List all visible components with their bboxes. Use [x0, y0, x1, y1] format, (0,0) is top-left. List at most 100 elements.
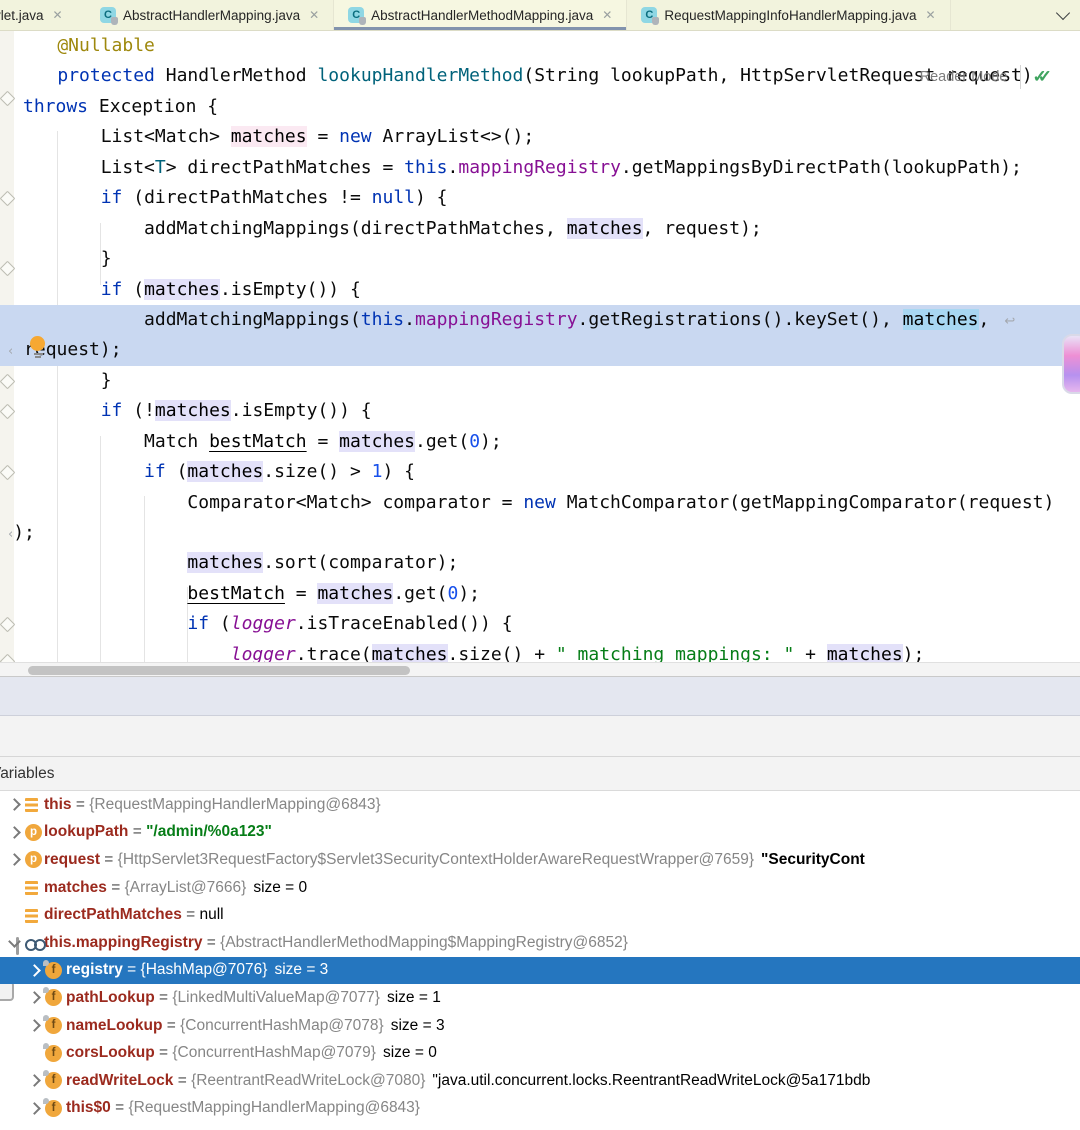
code-token: List<	[14, 157, 155, 178]
chevron-right-icon[interactable]	[28, 1074, 41, 1087]
value-icon	[25, 881, 38, 895]
code-token: , request);	[643, 218, 762, 239]
variable-row[interactable]: fthis$0 = {RequestMappingHandlerMapping@…	[0, 1095, 1080, 1123]
variable-row[interactable]: this = {RequestMappingHandlerMapping@684…	[0, 791, 1080, 819]
editor-tabs: vlet.java✕CAbstractHandlerMapping.java✕C…	[0, 0, 1046, 30]
close-icon[interactable]: ✕	[926, 8, 936, 22]
code-token: addMatchingMappings(	[14, 309, 361, 330]
tab-label: RequestMappingInfoHandlerMapping.java	[664, 8, 916, 23]
code-token: ↩	[1000, 314, 1015, 329]
code-line[interactable]: matches.sort(comparator);	[0, 548, 1080, 578]
variable-row[interactable]: freadWriteLock = {ReentrantReadWriteLock…	[0, 1067, 1080, 1095]
reader-mode-widget[interactable]: Reader Mode ✓✓	[920, 65, 1052, 89]
variable-row[interactable]: fpathLookup = {LinkedMultiValueMap@7077}…	[0, 984, 1080, 1012]
variable-value: {RequestMappingHandlerMapping@6843}	[89, 796, 381, 813]
equals-sign: =	[123, 961, 141, 978]
tab-overflow-button[interactable]	[1046, 0, 1080, 30]
inspections-ok-icon[interactable]: ✓✓	[1033, 67, 1053, 87]
chevron-right-icon[interactable]	[28, 992, 41, 1005]
chevron-right-icon[interactable]	[28, 964, 41, 977]
chevron-right-icon[interactable]	[8, 826, 21, 839]
editor-tab[interactable]: CAbstractHandlerMapping.java✕	[86, 0, 334, 30]
code-line[interactable]: if (!matches.isEmpty()) {	[0, 396, 1080, 426]
variable-row[interactable]: plookupPath = "/admin/%0a123"	[0, 819, 1080, 847]
code-token	[14, 461, 144, 482]
editor-tab[interactable]: CRequestMappingInfoHandlerMapping.java✕	[627, 0, 950, 30]
code-token: List<Match>	[14, 126, 231, 147]
code-line[interactable]: ‹);	[0, 518, 1080, 548]
equals-sign: =	[182, 906, 200, 923]
intention-bulb-icon[interactable]	[30, 336, 46, 358]
code-line[interactable]: throws Exception {	[0, 92, 1080, 122]
variable-row[interactable]: prequest = {HttpServlet3RequestFactory$S…	[0, 846, 1080, 874]
code-token: MatchComparator(getMappingComparator(req…	[556, 492, 1055, 513]
code-line[interactable]: Comparator<Match> comparator = new Match…	[0, 488, 1080, 518]
horizontal-scrollbar[interactable]	[0, 662, 1080, 676]
code-line[interactable]: bestMatch = matches.get(0);	[0, 579, 1080, 609]
execution-line[interactable]: addMatchingMappings(this.mappingRegistry…	[0, 305, 1080, 335]
scrollbar-thumb[interactable]	[28, 666, 410, 675]
code-token: mappingRegistry	[415, 309, 578, 330]
variable-name: corsLookup	[66, 1044, 155, 1061]
code-line[interactable]: if (logger.isTraceEnabled()) {	[0, 609, 1080, 639]
chevron-right-icon[interactable]	[28, 1102, 41, 1115]
code-line[interactable]: @Nullable	[0, 31, 1080, 61]
code-line[interactable]: List<Match> matches = new ArrayList<>();	[0, 122, 1080, 152]
ai-assistant-pill-icon[interactable]	[1062, 334, 1080, 394]
variable-text: lookupPath = "/admin/%0a123"	[44, 823, 272, 841]
chevron-down-icon	[1056, 6, 1070, 20]
close-icon[interactable]: ✕	[602, 8, 612, 22]
code-token: (	[166, 461, 188, 482]
code-token: (directPathMatches !=	[122, 187, 371, 208]
close-icon[interactable]: ✕	[309, 8, 319, 22]
variable-row[interactable]: fcorsLookup = {ConcurrentHashMap@7079}si…	[0, 1039, 1080, 1067]
code-line[interactable]: List<T> directPathMatches = this.mapping…	[0, 153, 1080, 183]
code-line[interactable]: addMatchingMappings(directPathMatches, m…	[0, 214, 1080, 244]
code-line[interactable]: Match bestMatch = matches.get(0);	[0, 427, 1080, 457]
code-line[interactable]: if (directPathMatches != null) {	[0, 183, 1080, 213]
equals-sign: =	[202, 934, 220, 951]
editor-tab[interactable]: vlet.java ✕	[0, 0, 86, 30]
variable-row[interactable]: matches = {ArrayList@7666}size = 0	[0, 874, 1080, 902]
code-token: ArrayList<>();	[372, 126, 535, 147]
variable-row[interactable]: fnameLookup = {ConcurrentHashMap@7078}si…	[0, 1012, 1080, 1040]
code-line[interactable]: if (matches.size() > 1) {	[0, 457, 1080, 487]
chevron-right-icon[interactable]	[8, 798, 21, 811]
tab-label: vlet.java	[0, 8, 44, 23]
variable-row[interactable]: fregistry = {HashMap@7076}size = 3	[0, 957, 1080, 985]
editor-tab[interactable]: CAbstractHandlerMethodMapping.java✕	[334, 0, 627, 30]
variable-row[interactable]: this.mappingRegistry = {AbstractHandlerM…	[0, 929, 1080, 957]
panel-title: Variables	[0, 765, 54, 783]
variable-row[interactable]: directPathMatches = null	[0, 901, 1080, 929]
close-icon[interactable]: ✕	[53, 8, 63, 22]
variable-name: nameLookup	[66, 1017, 162, 1034]
code-token: matches	[567, 218, 643, 239]
debug-toolbar-band	[0, 676, 1080, 716]
variable-value: {ConcurrentHashMap@7079}	[172, 1044, 376, 1061]
code-line[interactable]: }	[0, 244, 1080, 274]
code-token: if	[101, 187, 123, 208]
ide-window: vlet.java✕CAbstractHandlerMapping.java✕C…	[0, 0, 1080, 1130]
code-token: HandlerMethod	[155, 65, 318, 86]
chevron-down-icon[interactable]	[8, 935, 21, 948]
code-editor[interactable]: @Nullable protected HandlerMethod lookup…	[0, 31, 1080, 676]
code-line[interactable]: }	[0, 366, 1080, 396]
code-line[interactable]: if (matches.isEmpty()) {	[0, 275, 1080, 305]
code-token: matches	[155, 400, 231, 421]
execution-line[interactable]: ‹ request);	[0, 335, 1080, 365]
code-token: Comparator<Match> comparator =	[14, 492, 523, 513]
code-token: .getRegistrations().keySet(),	[578, 309, 903, 330]
code-token: throws	[23, 96, 88, 117]
code-token: =	[307, 431, 340, 452]
debug-tabs-band	[0, 716, 1080, 757]
reader-mode-label[interactable]: Reader Mode	[920, 69, 1008, 85]
chevron-right-icon[interactable]	[8, 854, 21, 867]
chevron-right-icon[interactable]	[28, 1019, 41, 1032]
code-area[interactable]: @Nullable protected HandlerMethod lookup…	[0, 31, 1080, 670]
code-line[interactable]: protected HandlerMethod lookupHandlerMet…	[0, 61, 1080, 91]
java-class-icon: C	[348, 7, 364, 23]
code-token: .get(	[393, 583, 447, 604]
variables-tree[interactable]: this = {RequestMappingHandlerMapping@684…	[0, 791, 1080, 1130]
code-token: matches	[339, 431, 415, 452]
code-token: matches	[317, 583, 393, 604]
